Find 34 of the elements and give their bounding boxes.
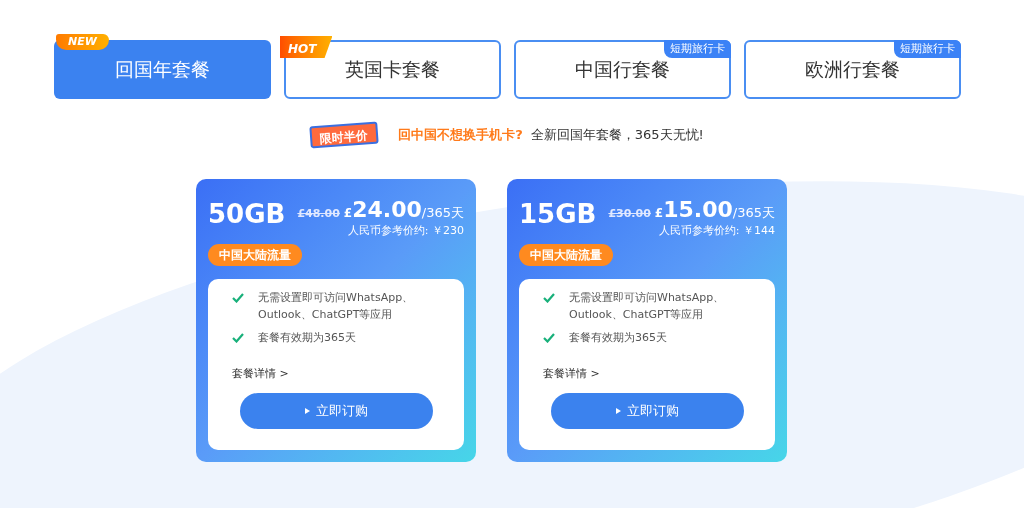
price: 24.00: [352, 197, 422, 223]
promo-highlight: 回中国不想换手机卡?: [398, 126, 523, 145]
old-price: £30.00: [608, 206, 651, 222]
feature-text: 无需设置即可访问WhatsApp、Outlook、ChatGPT等应用: [569, 289, 726, 323]
half-price-ribbon: 限时半价: [309, 121, 379, 149]
feature-text: 套餐有效期为365天: [569, 329, 668, 346]
check-icon: [232, 292, 244, 303]
region-tag: 中国大陆流量: [208, 243, 302, 266]
feature-text: 无需设置即可访问WhatsApp、Outlook、ChatGPT等应用: [258, 289, 415, 323]
check-icon: [543, 332, 555, 343]
data-amount: 15GB: [519, 198, 597, 231]
details-link[interactable]: 套餐详情 >: [543, 365, 751, 382]
rmb-reference-price: 人民币参考价约: ￥144: [658, 223, 775, 239]
order-button[interactable]: 立即订购: [239, 393, 433, 429]
data-amount: 50GB: [208, 198, 286, 231]
order-button[interactable]: 立即订购: [550, 393, 744, 429]
currency-sign: £: [654, 205, 664, 222]
details-link[interactable]: 套餐详情 >: [232, 365, 440, 382]
check-icon: [232, 332, 244, 343]
rmb-reference-price: 人民币参考价约: ￥230: [347, 223, 464, 239]
price-period: /365天: [421, 205, 464, 222]
feature-text: 套餐有效期为365天: [258, 329, 357, 346]
new-badge: NEW: [56, 34, 109, 50]
old-price: £48.00: [297, 206, 340, 222]
play-icon: [615, 408, 621, 414]
tag-badge: 短期旅行卡: [894, 40, 961, 58]
currency-sign: £: [343, 205, 353, 222]
tag-badge: 短期旅行卡: [664, 40, 731, 58]
check-icon: [543, 292, 555, 303]
region-tag: 中国大陆流量: [519, 243, 613, 266]
promo-text: 全新回国年套餐，365天无忧!: [530, 126, 704, 145]
price-period: /365天: [732, 205, 775, 222]
price: 15.00: [663, 197, 733, 223]
play-icon: [304, 408, 310, 414]
